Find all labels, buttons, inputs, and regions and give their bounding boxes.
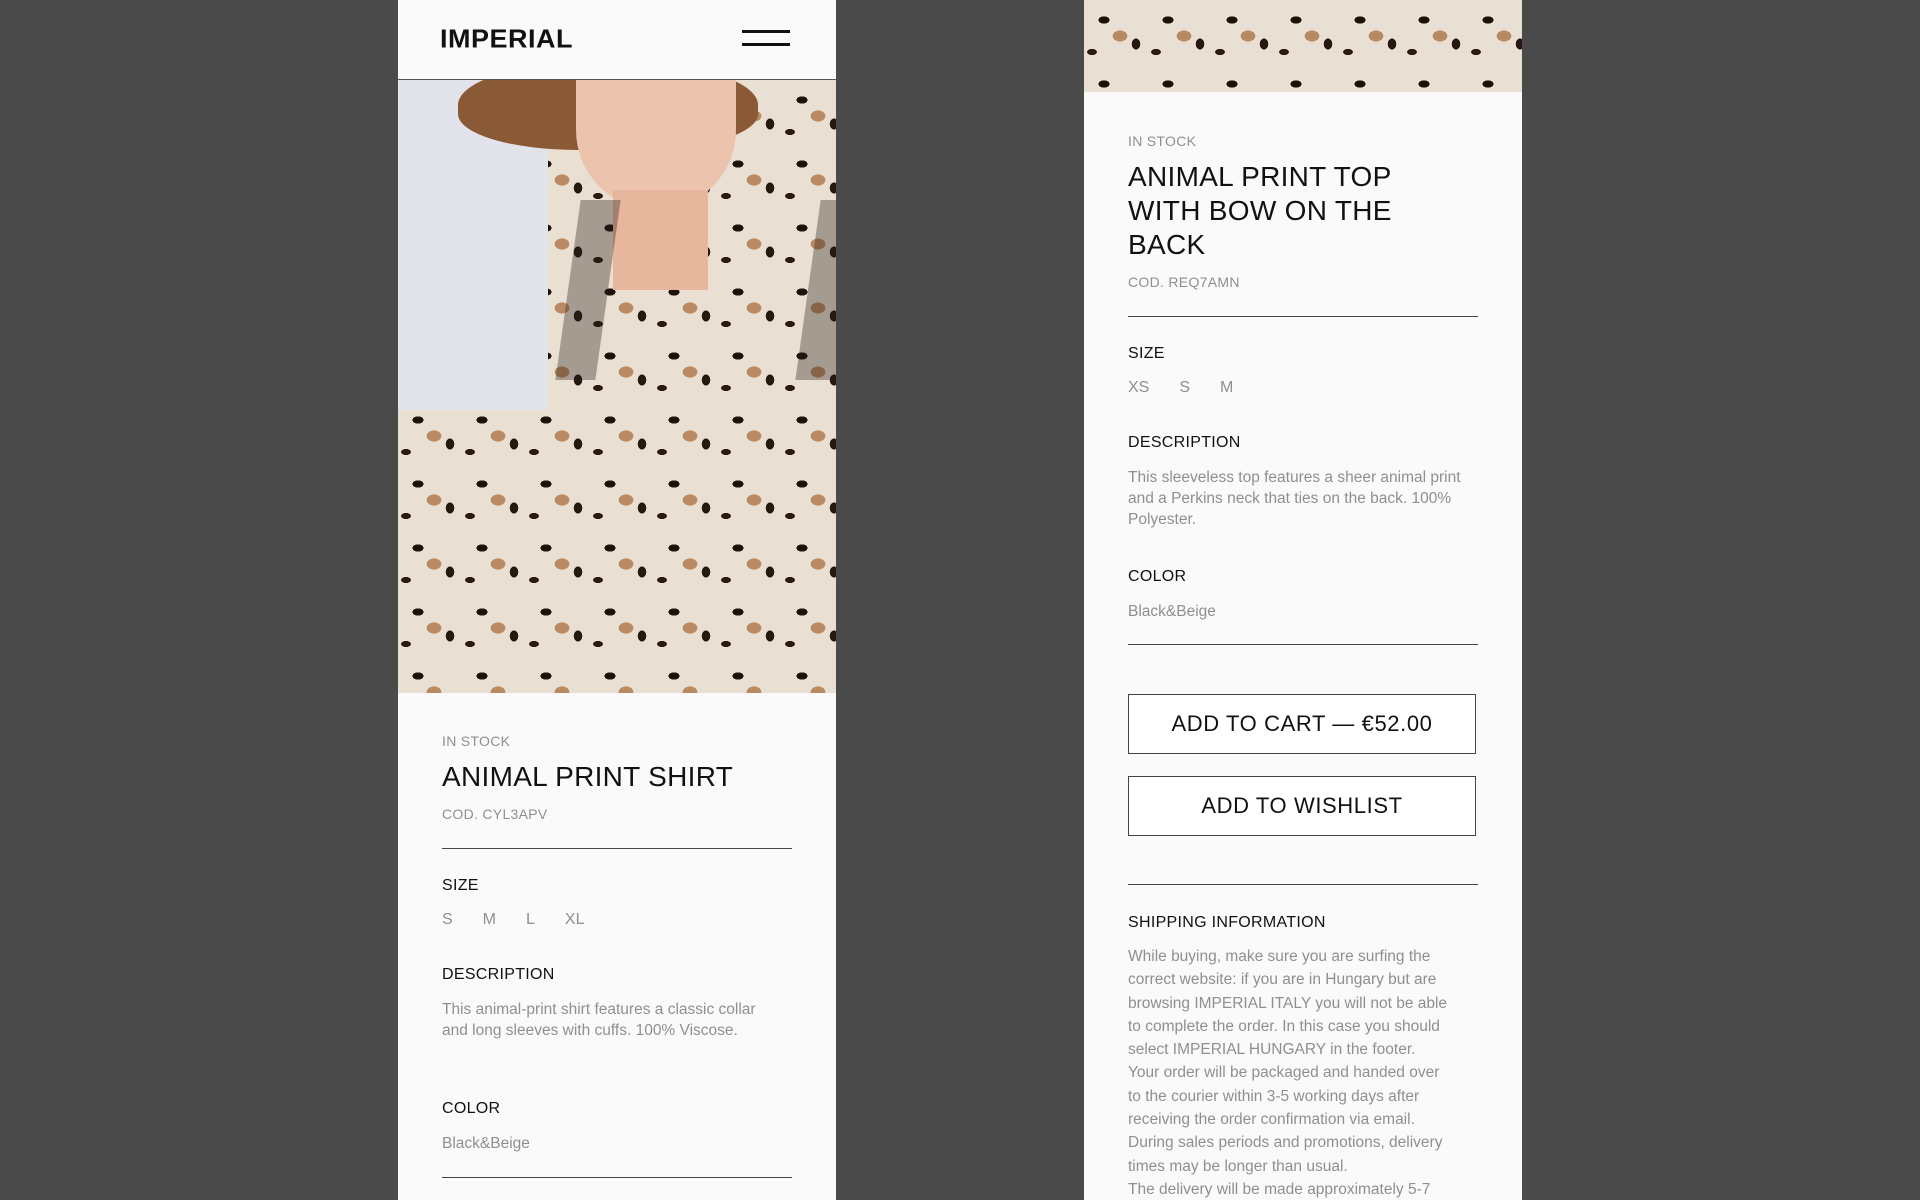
size-option[interactable]: L — [526, 911, 535, 929]
product-image — [1084, 0, 1522, 92]
size-option[interactable]: S — [442, 911, 453, 929]
shipping-text: While buying, make sure you are surfing … — [1128, 948, 1448, 1198]
size-label: SIZE — [442, 877, 479, 894]
hamburger-menu-icon[interactable] — [742, 30, 790, 50]
product-page-left: IMPERIAL IN STOCK ANIMAL PRINT SHIRT COD… — [398, 0, 836, 1200]
color-value: Black&Beige — [1128, 603, 1216, 620]
product-title: ANIMAL PRINT SHIRT — [442, 761, 734, 792]
description-label: DESCRIPTION — [1128, 434, 1241, 451]
size-label: SIZE — [1128, 345, 1165, 362]
divider — [442, 848, 792, 849]
description-text: This animal-print shirt features a class… — [442, 1001, 756, 1039]
add-to-wishlist-button[interactable]: ADD TO WISHLIST — [1128, 776, 1476, 836]
divider — [1128, 644, 1478, 645]
stock-status: IN STOCK — [442, 733, 511, 749]
size-option[interactable]: S — [1179, 379, 1190, 397]
shipping-label: SHIPPING INFORMATION — [1128, 914, 1326, 931]
color-value: Black&Beige — [442, 1135, 530, 1152]
divider — [442, 1177, 792, 1178]
color-label: COLOR — [442, 1100, 501, 1117]
color-label: COLOR — [1128, 568, 1187, 585]
product-image — [398, 80, 836, 693]
divider — [1128, 884, 1478, 885]
divider — [1128, 316, 1478, 317]
header: IMPERIAL — [398, 0, 836, 80]
size-options: XS S M — [1128, 379, 1263, 397]
size-options: S M L XL — [442, 911, 614, 929]
brand-logo[interactable]: IMPERIAL — [440, 25, 573, 54]
add-to-cart-button[interactable]: ADD TO CART — €52.00 — [1128, 694, 1476, 754]
product-code: COD. CYL3APV — [442, 806, 548, 822]
size-option[interactable]: M — [483, 911, 496, 929]
description-text: This sleeveless top features a sheer ani… — [1128, 469, 1461, 528]
product-title: ANIMAL PRINT TOP WITH BOW ON THE BACK — [1128, 161, 1392, 260]
size-option[interactable]: XS — [1128, 379, 1149, 397]
stock-status: IN STOCK — [1128, 133, 1197, 149]
size-option[interactable]: XL — [565, 911, 585, 929]
description-label: DESCRIPTION — [442, 966, 555, 983]
size-option[interactable]: M — [1220, 379, 1233, 397]
product-code: COD. REQ7AMN — [1128, 274, 1240, 290]
product-page-right: IN STOCK ANIMAL PRINT TOP WITH BOW ON TH… — [1084, 0, 1522, 1200]
